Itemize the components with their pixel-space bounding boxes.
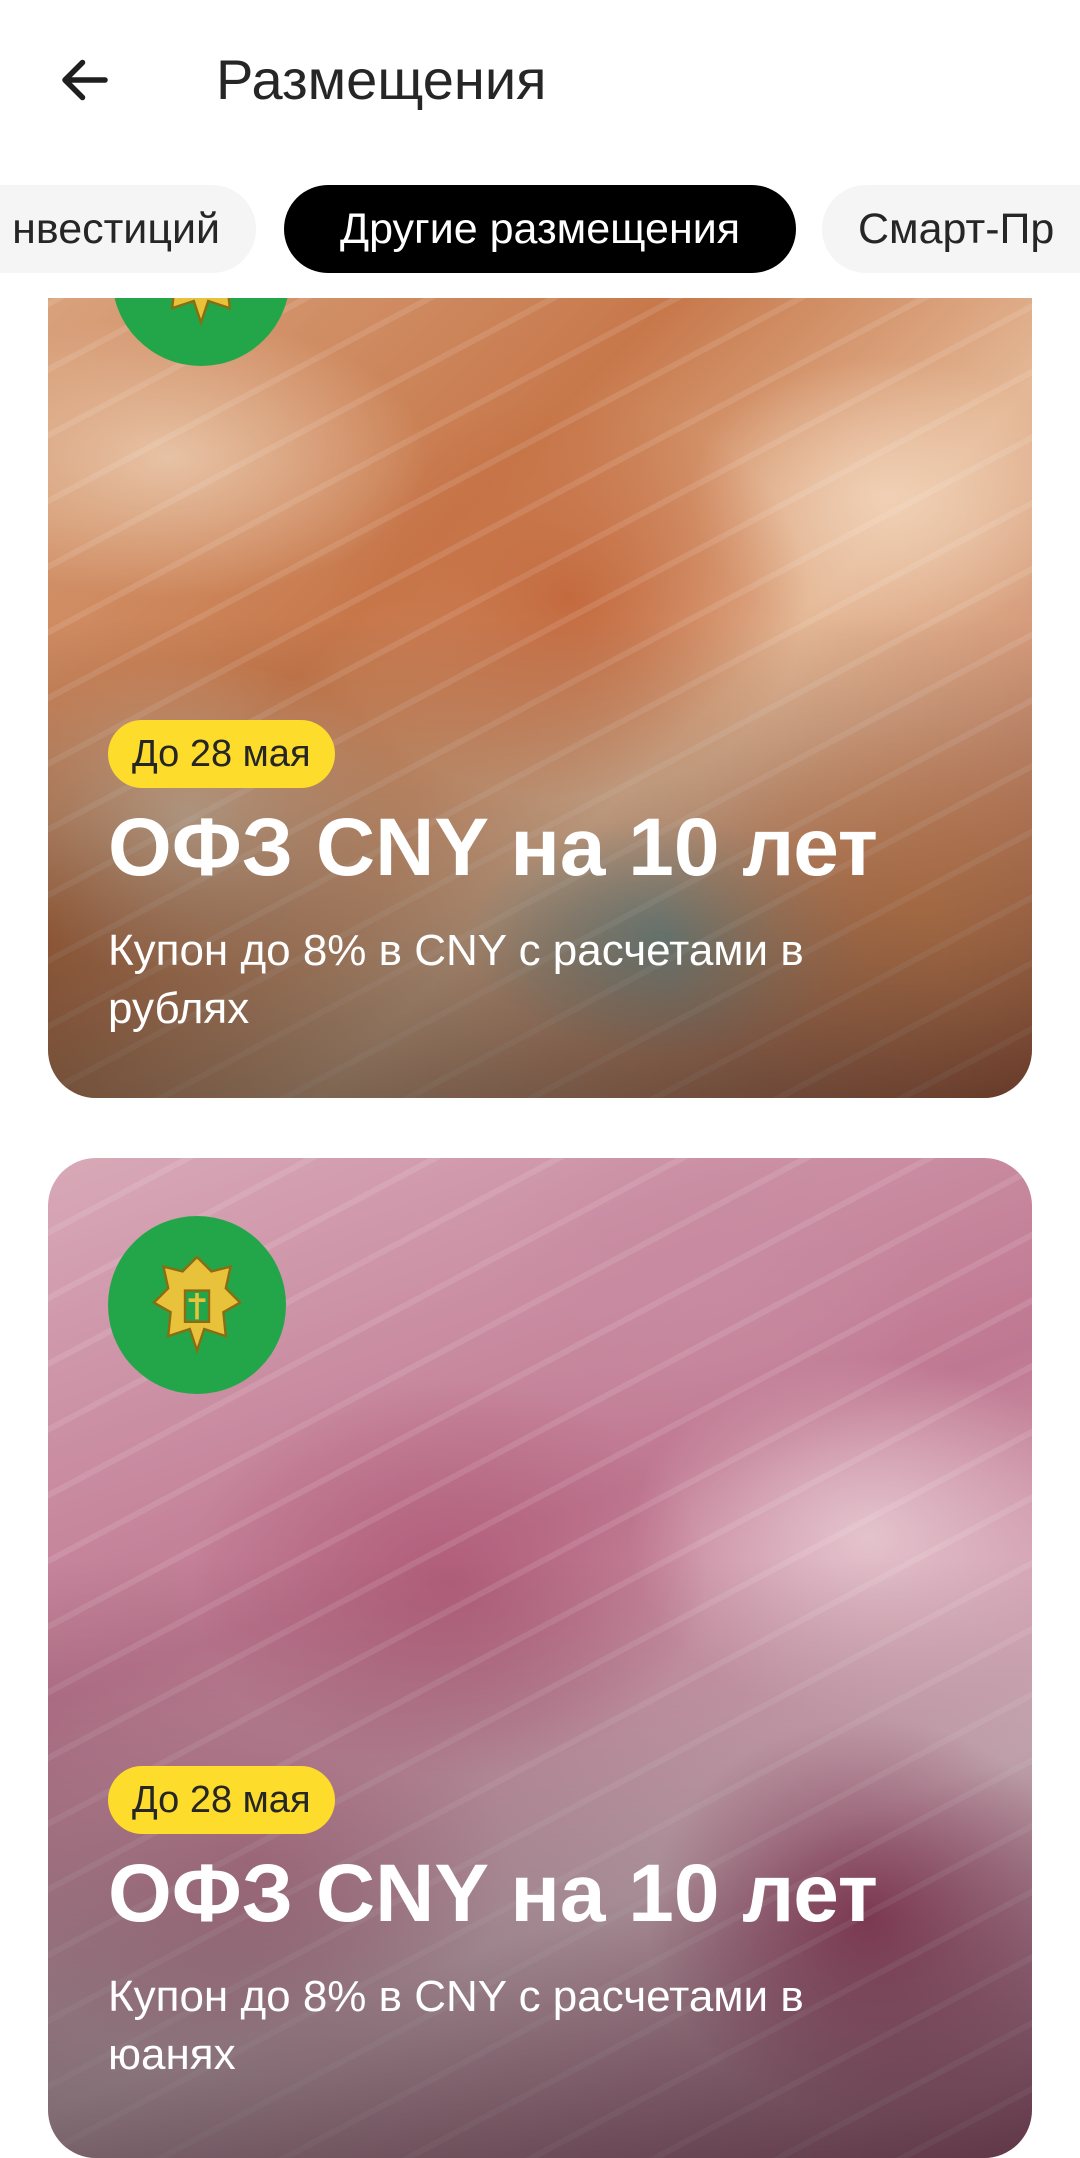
card-subtitle: Купон до 8% в CNY с расчетами в юанях [108, 1972, 804, 2079]
tab-smart[interactable]: Смарт-Пр [822, 185, 1080, 273]
app-header: Размещения [0, 0, 1080, 165]
page-title: Размещения [216, 48, 547, 111]
card-subtitle: Купон до 8% в CNY с расчетами в рублях [108, 926, 804, 1033]
date-badge: До 28 мая [108, 1766, 335, 1834]
card-title: ОФЗ CNY на 10 лет [108, 802, 878, 893]
minfin-emblem-icon [108, 1216, 286, 1394]
placement-card-cny[interactable]: До 28 мая ОФЗ CNY на 10 лет Купон до 8% … [48, 1158, 1032, 2158]
tab-investments[interactable]: нвестиций [0, 185, 256, 273]
back-button[interactable] [40, 40, 130, 120]
placement-card-rub[interactable]: До 28 мая ОФЗ CNY на 10 лет Купон до 8% … [48, 298, 1032, 1098]
tab-bar: нвестиций Другие размещения Смарт-Пр [0, 182, 1080, 278]
date-badge: До 28 мая [108, 720, 335, 788]
card-title: ОФЗ CNY на 10 лет [108, 1848, 878, 1939]
tab-other-placements[interactable]: Другие размещения [284, 185, 796, 273]
arrow-left-icon [62, 59, 108, 101]
